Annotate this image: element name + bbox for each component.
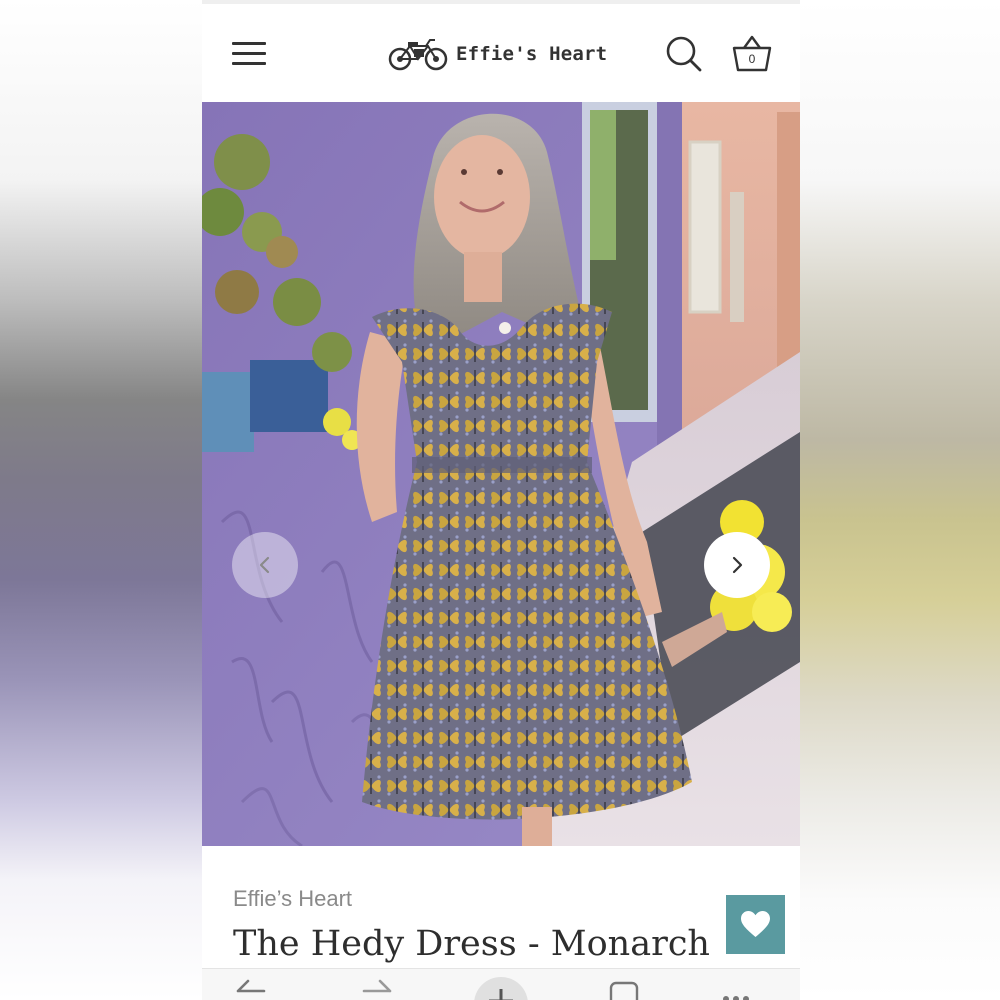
tabs-button[interactable] <box>606 975 646 1000</box>
mobile-page: Effie's Heart 0 Effie’s Heart The Hedy D… <box>202 0 800 1000</box>
product-vendor[interactable]: Effie’s Heart <box>233 886 352 912</box>
heart-icon <box>741 911 770 937</box>
forward-button[interactable] <box>358 975 398 1000</box>
wishlist-button[interactable] <box>726 895 785 954</box>
more-button[interactable] <box>718 975 758 1000</box>
carousel-prev-button[interactable] <box>232 532 298 598</box>
hamburger-menu-icon <box>232 42 266 45</box>
tabs-icon <box>609 981 639 1000</box>
chevron-left-icon <box>259 556 270 574</box>
bicycle-logo-icon <box>388 39 448 71</box>
search-button[interactable] <box>664 34 704 74</box>
back-arrow-icon <box>236 979 266 993</box>
background-blur-left <box>0 0 202 1000</box>
logo-text: Effie's Heart <box>456 43 608 65</box>
browser-toolbar <box>202 968 800 1000</box>
chevron-right-icon <box>732 556 743 574</box>
forward-arrow-icon <box>362 979 392 993</box>
cart-count: 0 <box>748 52 756 66</box>
back-button[interactable] <box>230 975 270 1000</box>
new-tab-plus-icon <box>489 989 513 1000</box>
search-icon <box>666 36 702 72</box>
background-blur-right <box>800 0 1000 1000</box>
site-header: Effie's Heart 0 <box>202 4 800 102</box>
more-dots-icon <box>723 996 749 1000</box>
product-image-carousel[interactable] <box>202 102 800 846</box>
new-tab-button[interactable] <box>474 977 528 1000</box>
product-title: The Hedy Dress - Monarch <box>233 924 710 964</box>
carousel-next-button[interactable] <box>704 532 770 598</box>
cart-button[interactable]: 0 <box>730 32 774 76</box>
product-photo <box>202 102 800 846</box>
hamburger-menu-button[interactable] <box>230 38 268 70</box>
site-logo[interactable]: Effie's Heart <box>388 34 607 74</box>
